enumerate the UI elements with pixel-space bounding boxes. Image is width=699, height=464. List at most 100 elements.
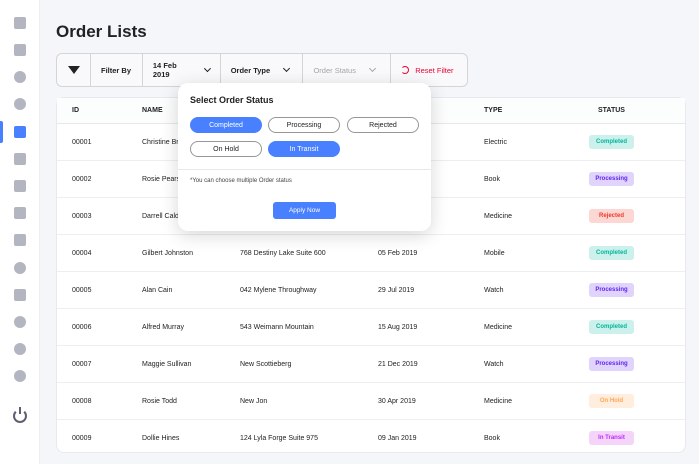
cell-address: 543 Weimann Mountain bbox=[240, 324, 314, 331]
cell-name: Christine Br bbox=[142, 139, 179, 146]
order-type-dropdown[interactable]: Order Type bbox=[221, 54, 304, 86]
status-badge: Completed bbox=[589, 320, 634, 334]
popup-note: *You can choose multiple Order status bbox=[190, 178, 292, 184]
dashboard-icon[interactable] bbox=[14, 17, 26, 29]
status-badge: In Transit bbox=[589, 431, 634, 445]
cell-address: 768 Destiny Lake Suite 600 bbox=[240, 250, 326, 257]
cell-name: Alan Cain bbox=[142, 287, 173, 294]
cell-id: 00001 bbox=[72, 139, 92, 146]
table-row[interactable]: 00009 Dollie Hines 124 Lyla Forge Suite … bbox=[57, 420, 685, 457]
cell-type: Electric bbox=[484, 139, 507, 146]
status-option-processing[interactable]: Processing bbox=[268, 117, 340, 133]
cell-name: Alfred Murray bbox=[142, 324, 185, 331]
date-dropdown[interactable]: 14 Feb 2019 bbox=[143, 54, 221, 86]
cell-id: 00005 bbox=[72, 287, 92, 294]
clipboard-icon[interactable] bbox=[14, 234, 26, 246]
sidebar bbox=[0, 0, 40, 464]
heart-icon[interactable] bbox=[14, 71, 26, 83]
cell-type: Book bbox=[484, 435, 500, 442]
cell-name: Dollie Hines bbox=[142, 435, 180, 442]
status-badge: Rejected bbox=[589, 209, 634, 223]
status-option-on-hold[interactable]: On Hold bbox=[190, 141, 262, 157]
cell-type: Medicine bbox=[484, 213, 513, 220]
cell-type: Medicine bbox=[484, 398, 513, 405]
cell-address: 042 Mylene Throughway bbox=[240, 287, 317, 294]
cell-date: 30 Apr 2019 bbox=[378, 398, 416, 405]
reset-icon bbox=[401, 66, 410, 74]
popup-title: Select Order Status bbox=[190, 95, 274, 105]
power-icon[interactable] bbox=[13, 407, 27, 423]
table-row[interactable]: 00005 Alan Cain 042 Mylene Throughway 29… bbox=[57, 272, 685, 309]
popup-divider bbox=[178, 169, 431, 170]
status-badge: Processing bbox=[589, 283, 634, 297]
settings-icon[interactable] bbox=[14, 370, 26, 382]
table-row[interactable]: 00006 Alfred Murray 543 Weimann Mountain… bbox=[57, 309, 685, 346]
status-badge: Completed bbox=[589, 246, 634, 260]
cell-name: Darrell Cald bbox=[142, 213, 179, 220]
header-type: TYPE bbox=[484, 107, 503, 114]
cell-id: 00004 bbox=[72, 250, 92, 257]
cell-id: 00006 bbox=[72, 324, 92, 331]
cell-type: Mobile bbox=[484, 250, 505, 257]
reset-filter-label: Reset Filter bbox=[415, 65, 454, 75]
cell-type: Medicine bbox=[484, 324, 513, 331]
status-badge: Completed bbox=[589, 135, 634, 149]
reset-filter-button[interactable]: Reset Filter bbox=[391, 54, 467, 86]
header-id: ID bbox=[72, 107, 79, 114]
cell-address: New Jon bbox=[240, 398, 268, 405]
table-row[interactable]: 00004 Gilbert Johnston 768 Destiny Lake … bbox=[57, 235, 685, 272]
filter-by-label: Filter By bbox=[101, 65, 132, 75]
card-icon[interactable] bbox=[14, 289, 26, 301]
document-icon[interactable] bbox=[14, 180, 26, 192]
cell-id: 00003 bbox=[72, 213, 92, 220]
date-value: 14 Feb 2019 bbox=[152, 61, 177, 79]
cell-date: 29 Jul 2019 bbox=[378, 287, 415, 294]
cell-date: 15 Aug 2019 bbox=[378, 324, 418, 331]
order-type-value: Order Type bbox=[230, 65, 271, 75]
table-row[interactable]: 00008 Rosie Todd New Jon 30 Apr 2019 Med… bbox=[57, 383, 685, 420]
order-status-dropdown[interactable]: Order Status bbox=[303, 54, 392, 86]
cell-address: New Scottieberg bbox=[240, 361, 292, 368]
cube-icon[interactable] bbox=[14, 44, 26, 56]
cell-id: 00002 bbox=[72, 176, 92, 183]
header-status: STATUS bbox=[598, 107, 625, 114]
filter-by-cell: Filter By bbox=[91, 54, 143, 86]
status-badge: On Hold bbox=[589, 394, 634, 408]
filter-bar: Filter By 14 Feb 2019 Order Type Order S… bbox=[56, 53, 468, 87]
user-icon[interactable] bbox=[14, 343, 26, 355]
table-row[interactable]: 00007 Maggie Sullivan New Scottieberg 21… bbox=[57, 346, 685, 383]
cell-name: Maggie Sullivan bbox=[142, 361, 192, 368]
cell-date: 09 Jan 2019 bbox=[378, 435, 417, 442]
pie-icon[interactable] bbox=[14, 316, 26, 328]
status-badge: Processing bbox=[589, 172, 634, 186]
cell-date: 05 Feb 2019 bbox=[378, 250, 418, 257]
cell-id: 00008 bbox=[72, 398, 92, 405]
cell-name: Rosie Todd bbox=[142, 398, 177, 405]
chat-icon[interactable] bbox=[14, 98, 26, 110]
status-option-completed[interactable]: Completed bbox=[190, 117, 262, 133]
filter-cell bbox=[57, 54, 91, 86]
cell-id: 00007 bbox=[72, 361, 92, 368]
order-status-popup: Select Order Status Completed Processing… bbox=[178, 83, 431, 231]
team-icon[interactable] bbox=[14, 262, 26, 274]
status-option-rejected[interactable]: Rejected bbox=[347, 117, 419, 133]
apply-now-button[interactable]: Apply Now bbox=[273, 202, 336, 219]
cell-address: 124 Lyla Forge Suite 975 bbox=[240, 435, 318, 442]
chevron-down-icon bbox=[368, 64, 377, 73]
layers-icon[interactable] bbox=[14, 126, 26, 138]
table-icon[interactable] bbox=[14, 153, 26, 165]
cell-type: Watch bbox=[484, 287, 504, 294]
chevron-down-icon bbox=[203, 65, 211, 72]
chevron-down-icon bbox=[283, 64, 291, 73]
header-name: NAME bbox=[142, 107, 163, 114]
funnel-icon bbox=[68, 66, 80, 74]
sidebar-active-indicator bbox=[0, 121, 3, 143]
page-title: Order Lists bbox=[56, 22, 147, 41]
cell-type: Book bbox=[484, 176, 500, 183]
cell-id: 00009 bbox=[72, 435, 92, 442]
status-option-in-transit[interactable]: In Transit bbox=[268, 141, 340, 157]
calendar-icon[interactable] bbox=[14, 207, 26, 219]
cell-type: Watch bbox=[484, 361, 504, 368]
cell-date: 21 Dec 2019 bbox=[378, 361, 418, 368]
status-badge: Processing bbox=[589, 357, 634, 371]
